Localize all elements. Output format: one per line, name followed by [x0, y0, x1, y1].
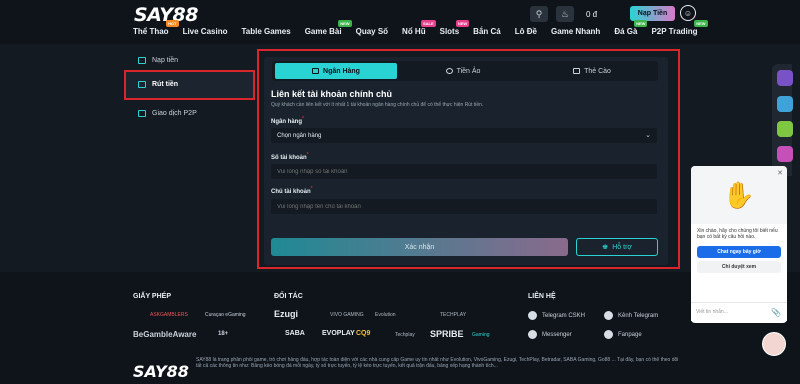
partner-spribe: SPRIBE	[430, 329, 464, 339]
user-avatar-icon[interactable]: ☺	[680, 5, 696, 21]
chat-message-input[interactable]: Viết tin nhắn... 📎	[691, 302, 787, 321]
game-shortcut-icon[interactable]	[777, 121, 793, 137]
contact-kenh-telegram[interactable]: Kênh Telegram	[604, 311, 658, 320]
account-number-input[interactable]	[271, 164, 657, 179]
tab-ngan-hang[interactable]: Ngân Hàng	[275, 63, 397, 79]
header-actions: ⚲ ♨ 0 đ	[530, 6, 601, 22]
bank-label: Ngân hàng*	[271, 116, 304, 125]
form-description: Quý khách cần liên kết với ít nhất 1 tài…	[271, 102, 484, 108]
sidebar-item-rut-tien[interactable]: Rút tiền	[138, 81, 178, 88]
account-name-label: Chủ tài khoản*	[271, 186, 313, 195]
chat-header: ✕ ✋	[691, 166, 787, 224]
tab-tien-ao[interactable]: Tiền Ảo	[401, 63, 525, 79]
contact-heading: LIÊN HỆ	[528, 293, 556, 300]
partner-techplay-2: Techplay	[395, 332, 415, 338]
nav-item-live-casino[interactable]: Live Casino	[183, 27, 228, 36]
chat-message: Xin chào, hãy cho chúng tôi biết nếu bạn…	[697, 228, 778, 240]
footer-logo: SAY88	[133, 362, 189, 381]
game-shortcut-icon[interactable]	[777, 146, 793, 162]
nav-item-lo-de[interactable]: Lô Đề	[515, 27, 537, 36]
license-askgamblers: ASKGAMBLERS	[150, 312, 188, 318]
license-18plus: 18+	[218, 331, 229, 337]
search-icon[interactable]: ⚲	[530, 6, 548, 22]
confirm-button[interactable]: Xác nhận	[271, 238, 568, 256]
telegram-icon	[604, 311, 613, 320]
deposit-button[interactable]: Nạp Tiền	[630, 6, 675, 21]
facebook-icon	[604, 330, 613, 339]
partners-heading: ĐỐI TÁC	[274, 293, 303, 300]
nav-item-game-nhanh[interactable]: Game Nhanh	[551, 27, 600, 36]
sidebar-item-nap-tien[interactable]: Nạp tiền	[138, 57, 178, 64]
chat-widget: ✕ ✋ Xin chào, hãy cho chúng tôi biết nếu…	[691, 166, 787, 323]
partner-ezugi: Ezugi	[274, 309, 298, 319]
browse-button[interactable]: Chỉ duyệt xem	[697, 261, 781, 273]
waving-hand-icon: ✋	[722, 179, 756, 210]
nav-item-no-hu[interactable]: Nổ Hũ SALE	[402, 20, 436, 36]
nav-item-the-thao[interactable]: Thể Thao HOT	[133, 20, 179, 36]
partner-cq9: CQ9	[356, 330, 371, 337]
card-icon	[573, 68, 581, 74]
top-header: SAY88	[0, 0, 800, 44]
partner-saba: SABA	[285, 330, 305, 337]
about-text: SAY88 là trang phân phối game, trò chơi …	[196, 357, 679, 369]
attach-icon[interactable]: 📎	[771, 308, 781, 317]
game-shortcut-icon[interactable]	[777, 96, 793, 112]
chat-agent-avatar[interactable]	[762, 332, 786, 356]
sidebar-item-label: Nạp tiền	[152, 57, 179, 64]
wallet-icon	[138, 57, 146, 64]
bank-icon	[312, 68, 320, 74]
contact-telegram-cskh[interactable]: Telegram CSKH	[528, 311, 585, 320]
game-shortcut-icon[interactable]	[777, 70, 793, 86]
partner-evoplay: EVOPLAY	[322, 330, 355, 337]
crypto-icon	[445, 68, 453, 74]
balance-display: 0 đ	[586, 9, 598, 19]
main-nav: Thể Thao HOT Live Casino Table Games Game…	[133, 20, 708, 36]
nav-item-table-games[interactable]: Table Games	[241, 27, 290, 36]
support-button[interactable]: ♚ Hỗ trợ	[576, 238, 658, 256]
support-icon: ♚	[601, 244, 609, 251]
license-curacao: Curaçao eGaming	[205, 312, 246, 318]
sidebar-item-label: Rút tiền	[152, 81, 179, 88]
telegram-icon	[528, 311, 537, 320]
messenger-icon	[528, 330, 537, 339]
partner-evolution: Evolution	[375, 312, 396, 318]
nav-item-ban-ca[interactable]: Bắn Cá	[473, 27, 501, 36]
contact-messenger[interactable]: Messenger	[528, 330, 572, 339]
form-title: Liên kết tài khoản chính chủ	[271, 89, 393, 99]
sidebar-item-label: Giao dịch P2P	[152, 110, 197, 117]
bank-select[interactable]: Chọn ngân hàng ⌄	[271, 128, 657, 143]
tab-the-cao[interactable]: Thẻ Cào	[529, 63, 655, 79]
license-heading: GIẤY PHÉP	[133, 293, 171, 300]
partner-techplay: TECHPLAY	[440, 312, 467, 318]
sidebar-item-p2p[interactable]: Giao dịch P2P	[138, 110, 197, 117]
nav-item-p2p-trading[interactable]: P2P Trading NEW	[651, 20, 708, 36]
chat-now-button[interactable]: Chat ngay bây giờ	[697, 246, 781, 258]
nav-item-slots[interactable]: Slots NEW	[440, 20, 470, 36]
chevron-down-icon: ⌄	[645, 132, 651, 139]
nav-item-quay-so[interactable]: Quay Số	[356, 27, 388, 36]
withdraw-icon	[138, 81, 146, 88]
contact-fanpage[interactable]: Fanpage	[604, 330, 642, 339]
close-icon[interactable]: ✕	[777, 169, 783, 177]
exchange-icon	[138, 110, 146, 117]
nav-item-da-ga[interactable]: Đá Gà NEW	[614, 20, 648, 36]
partner-vivo: VIVO GAMING	[330, 312, 364, 318]
nav-item-game-bai[interactable]: Game Bài NEW	[305, 20, 352, 36]
license-begambleaware: BeGambleAware	[133, 330, 197, 339]
partner-gaming: Gaming	[472, 332, 490, 338]
account-name-input[interactable]	[271, 199, 657, 214]
account-number-label: Số tài khoản*	[271, 152, 309, 161]
bell-icon[interactable]: ♨	[556, 6, 574, 22]
